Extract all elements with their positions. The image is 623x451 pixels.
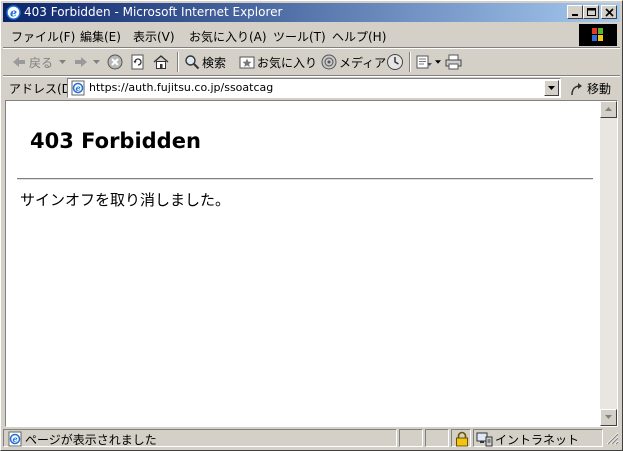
ie-page-icon: e — [71, 80, 85, 96]
intranet-icon — [476, 432, 493, 447]
favorites-button[interactable]: お気に入り — [239, 53, 317, 71]
lock-icon — [456, 431, 468, 447]
refresh-button[interactable] — [130, 53, 146, 71]
vertical-scrollbar[interactable] — [600, 101, 617, 426]
zone-text: イントラネット — [495, 433, 580, 447]
maximize-icon — [587, 8, 596, 16]
title-bar[interactable]: e 403 Forbidden - Microsoft Internet Exp… — [3, 3, 620, 22]
page-content: 403 Forbidden サインオフを取り消しました。 — [5, 100, 618, 427]
svg-text:e: e — [10, 7, 17, 20]
home-icon — [153, 55, 169, 69]
media-icon — [321, 54, 337, 70]
scroll-up-button[interactable] — [600, 101, 617, 118]
forward-button[interactable] — [73, 53, 100, 71]
menu-help[interactable]: ヘルプ(H) — [332, 28, 386, 45]
ie-logo-icon: e — [6, 5, 21, 20]
menu-bar: ファイル(F) 編集(E) 表示(V) お気に入り(A) ツール(T) ヘルプ(… — [3, 23, 620, 47]
chevron-down-icon — [548, 86, 555, 90]
toolbar: 戻る 検索 お気に入り メディア — [3, 49, 620, 75]
search-icon — [185, 55, 200, 70]
horizontal-rule — [17, 178, 593, 180]
chevron-down-icon — [435, 60, 441, 64]
address-label: アドレス(D) — [9, 82, 76, 96]
minimize-icon — [572, 14, 578, 16]
menu-view[interactable]: 表示(V) — [133, 28, 175, 45]
mail-button[interactable] — [416, 53, 441, 71]
refresh-icon — [131, 54, 144, 70]
go-label: 移動 — [587, 82, 612, 96]
history-icon — [387, 54, 403, 70]
ie-page-icon: e — [8, 431, 22, 447]
status-pane-zone[interactable]: イントラネット — [473, 429, 603, 447]
window-title: 403 Forbidden - Microsoft Internet Explo… — [24, 5, 283, 19]
favorites-label: お気に入り — [257, 55, 318, 70]
status-pane-main: e ページが表示されました — [3, 429, 397, 447]
arrow-up-icon — [605, 107, 612, 111]
maximize-button[interactable] — [583, 5, 599, 19]
mail-icon — [416, 55, 432, 69]
menu-edit[interactable]: 編集(E) — [80, 28, 121, 45]
status-text: ページが表示されました — [25, 433, 157, 447]
media-button[interactable]: メディア — [321, 53, 386, 71]
resize-grip-icon[interactable] — [606, 432, 619, 445]
chevron-down-icon — [59, 60, 67, 64]
svg-text:e: e — [12, 434, 17, 444]
page-message: サインオフを取り消しました。 — [20, 191, 231, 209]
toolbar-separator — [409, 52, 411, 72]
scroll-down-button[interactable] — [600, 409, 617, 426]
back-arrow-icon — [13, 57, 25, 67]
windows-logo-icon — [579, 24, 617, 46]
forward-arrow-icon — [75, 57, 87, 67]
stop-button[interactable] — [107, 53, 123, 71]
address-input[interactable]: e https://auth.fujitsu.co.jp/ssoatcag — [67, 78, 561, 98]
chevron-down-icon — [93, 60, 100, 64]
menu-file[interactable]: ファイル(F) — [11, 28, 75, 45]
back-button[interactable]: 戻る — [11, 53, 67, 71]
address-bar: アドレス(D) e https://auth.fujitsu.co.jp/sso… — [3, 77, 620, 99]
print-icon — [445, 54, 462, 70]
address-url: https://auth.fujitsu.co.jp/ssoatcag — [89, 81, 274, 94]
stop-icon — [107, 54, 123, 70]
search-button[interactable]: 検索 — [184, 53, 226, 71]
status-pane-empty — [425, 429, 449, 447]
toolbar-separator — [177, 52, 179, 72]
svg-text:e: e — [75, 83, 80, 93]
go-arrow-icon — [571, 82, 582, 95]
arrow-down-icon — [605, 415, 612, 419]
close-button[interactable] — [601, 5, 617, 19]
search-label: 検索 — [202, 55, 227, 70]
status-pane-security[interactable] — [451, 429, 471, 447]
print-button[interactable] — [445, 53, 462, 71]
menu-tools[interactable]: ツール(T) — [273, 28, 326, 45]
media-label: メディア — [339, 55, 387, 70]
status-bar: e ページが表示されました イントラネット — [3, 428, 620, 448]
browser-window: e 403 Forbidden - Microsoft Internet Exp… — [0, 0, 623, 451]
back-label: 戻る — [29, 55, 54, 70]
status-pane-progress — [399, 429, 423, 447]
history-button[interactable] — [386, 53, 404, 71]
minimize-button[interactable] — [567, 5, 583, 19]
page-title: 403 Forbidden — [30, 129, 201, 153]
home-button[interactable] — [153, 53, 169, 71]
close-icon — [605, 8, 614, 17]
favorites-icon — [239, 56, 255, 69]
menu-favorites[interactable]: お気に入り(A) — [189, 28, 267, 45]
address-dropdown-button[interactable] — [544, 80, 559, 96]
go-button[interactable]: 移動 — [569, 80, 611, 97]
